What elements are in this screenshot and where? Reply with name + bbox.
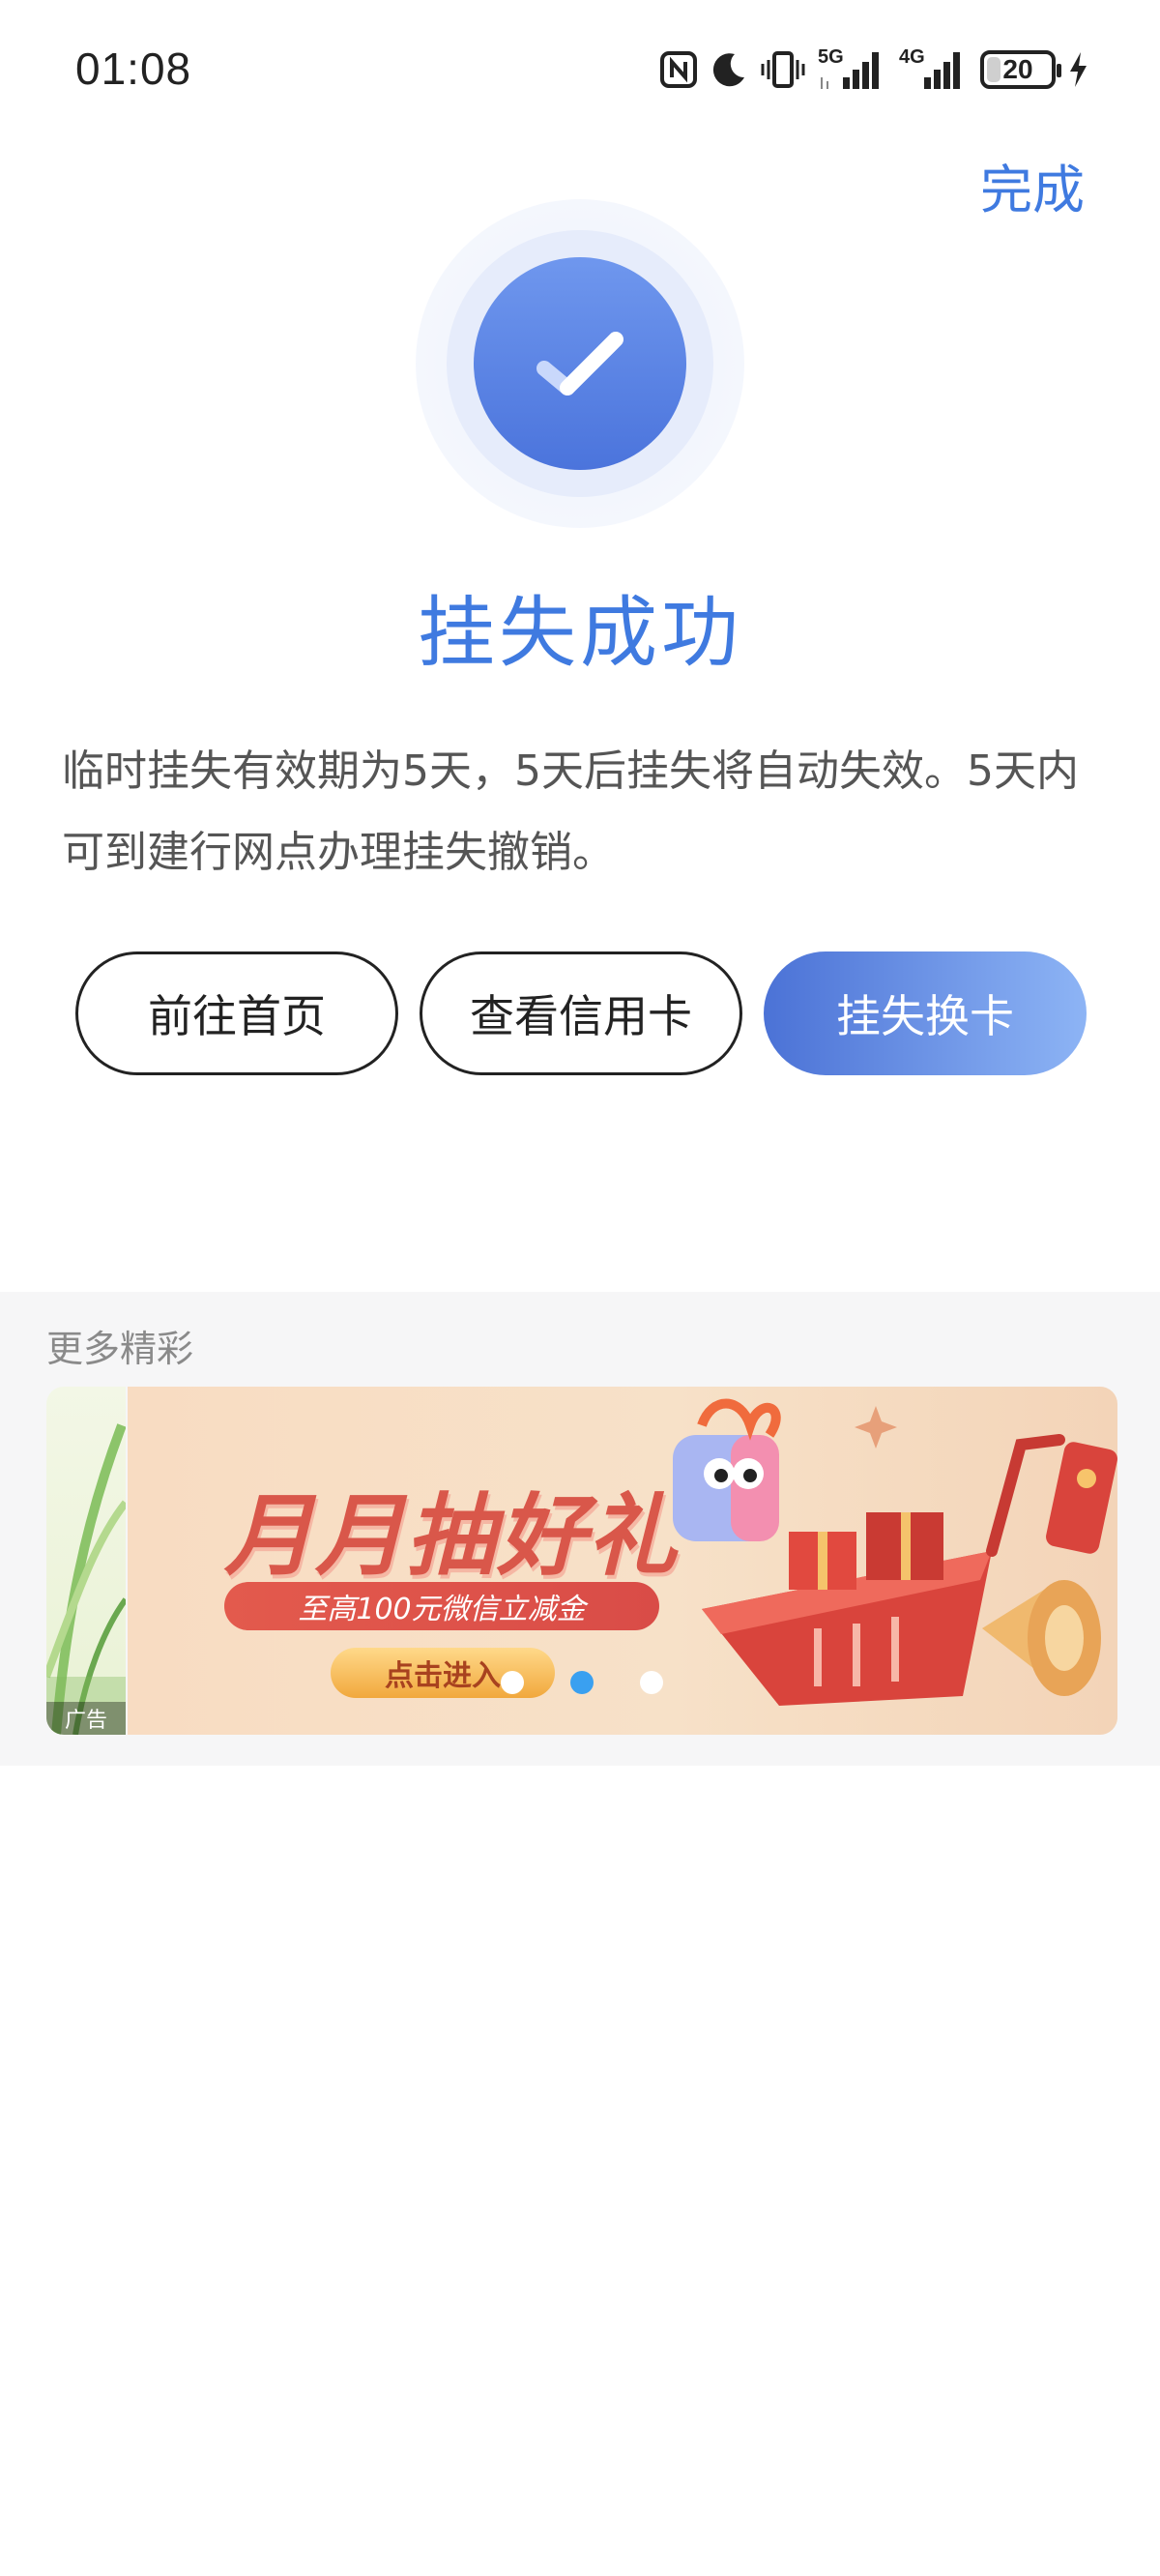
check-circle xyxy=(474,257,686,470)
view-credit-card-button[interactable]: 查看信用卡 xyxy=(420,951,742,1075)
charging-icon xyxy=(1067,50,1088,89)
more-section-title: 更多精彩 xyxy=(46,1328,194,1370)
previous-ad-slide[interactable]: 广告 xyxy=(46,1387,126,1735)
leaf-illustration xyxy=(46,1423,126,1735)
carousel-dot[interactable] xyxy=(640,1671,663,1694)
done-button[interactable]: 完成 xyxy=(980,147,1085,223)
status-icons: 5G 4G 20 xyxy=(659,46,1088,93)
nfc-icon xyxy=(659,50,698,89)
result-title: 挂失成功 xyxy=(418,588,742,678)
banner-subline: 至高100元微信立减金 xyxy=(224,1582,659,1630)
ad-tag: 广告 xyxy=(46,1702,126,1735)
more-section: 更多精彩 广告 月月抽好礼 至高100元微信立减金 点击进入 xyxy=(0,1292,1160,1766)
signal-4g-icon: 4G xyxy=(899,46,969,91)
report-loss-replace-card-button[interactable]: 挂失换卡 xyxy=(764,951,1087,1075)
success-badge xyxy=(416,199,744,528)
status-time: 01:08 xyxy=(75,44,192,94)
battery-level: 20 xyxy=(1002,54,1033,84)
signal-5g-icon: 5G xyxy=(818,46,887,91)
carousel-dots xyxy=(501,1671,663,1694)
carousel-dot[interactable] xyxy=(501,1671,524,1694)
do-not-disturb-moon-icon xyxy=(710,50,748,89)
go-home-button[interactable]: 前往首页 xyxy=(75,951,398,1075)
battery-icon: 20 xyxy=(980,50,1061,89)
notice-text: 临时挂失有效期为5天，5天后挂失将自动失效。5天内可到建行网点办理挂失撤销。 xyxy=(62,746,1079,877)
carousel-dot-active[interactable] xyxy=(570,1671,594,1694)
battery-fill xyxy=(987,57,1000,82)
status-bar: 01:08 5G 4G 20 xyxy=(0,0,1160,135)
shopping-cart-illustration xyxy=(673,1398,1117,1706)
check-icon xyxy=(527,318,633,409)
vibrate-icon xyxy=(760,50,806,89)
banner-headline: 月月抽好礼 xyxy=(224,1484,680,1588)
action-buttons: 前往首页 查看信用卡 挂失换卡 xyxy=(75,951,1090,1077)
